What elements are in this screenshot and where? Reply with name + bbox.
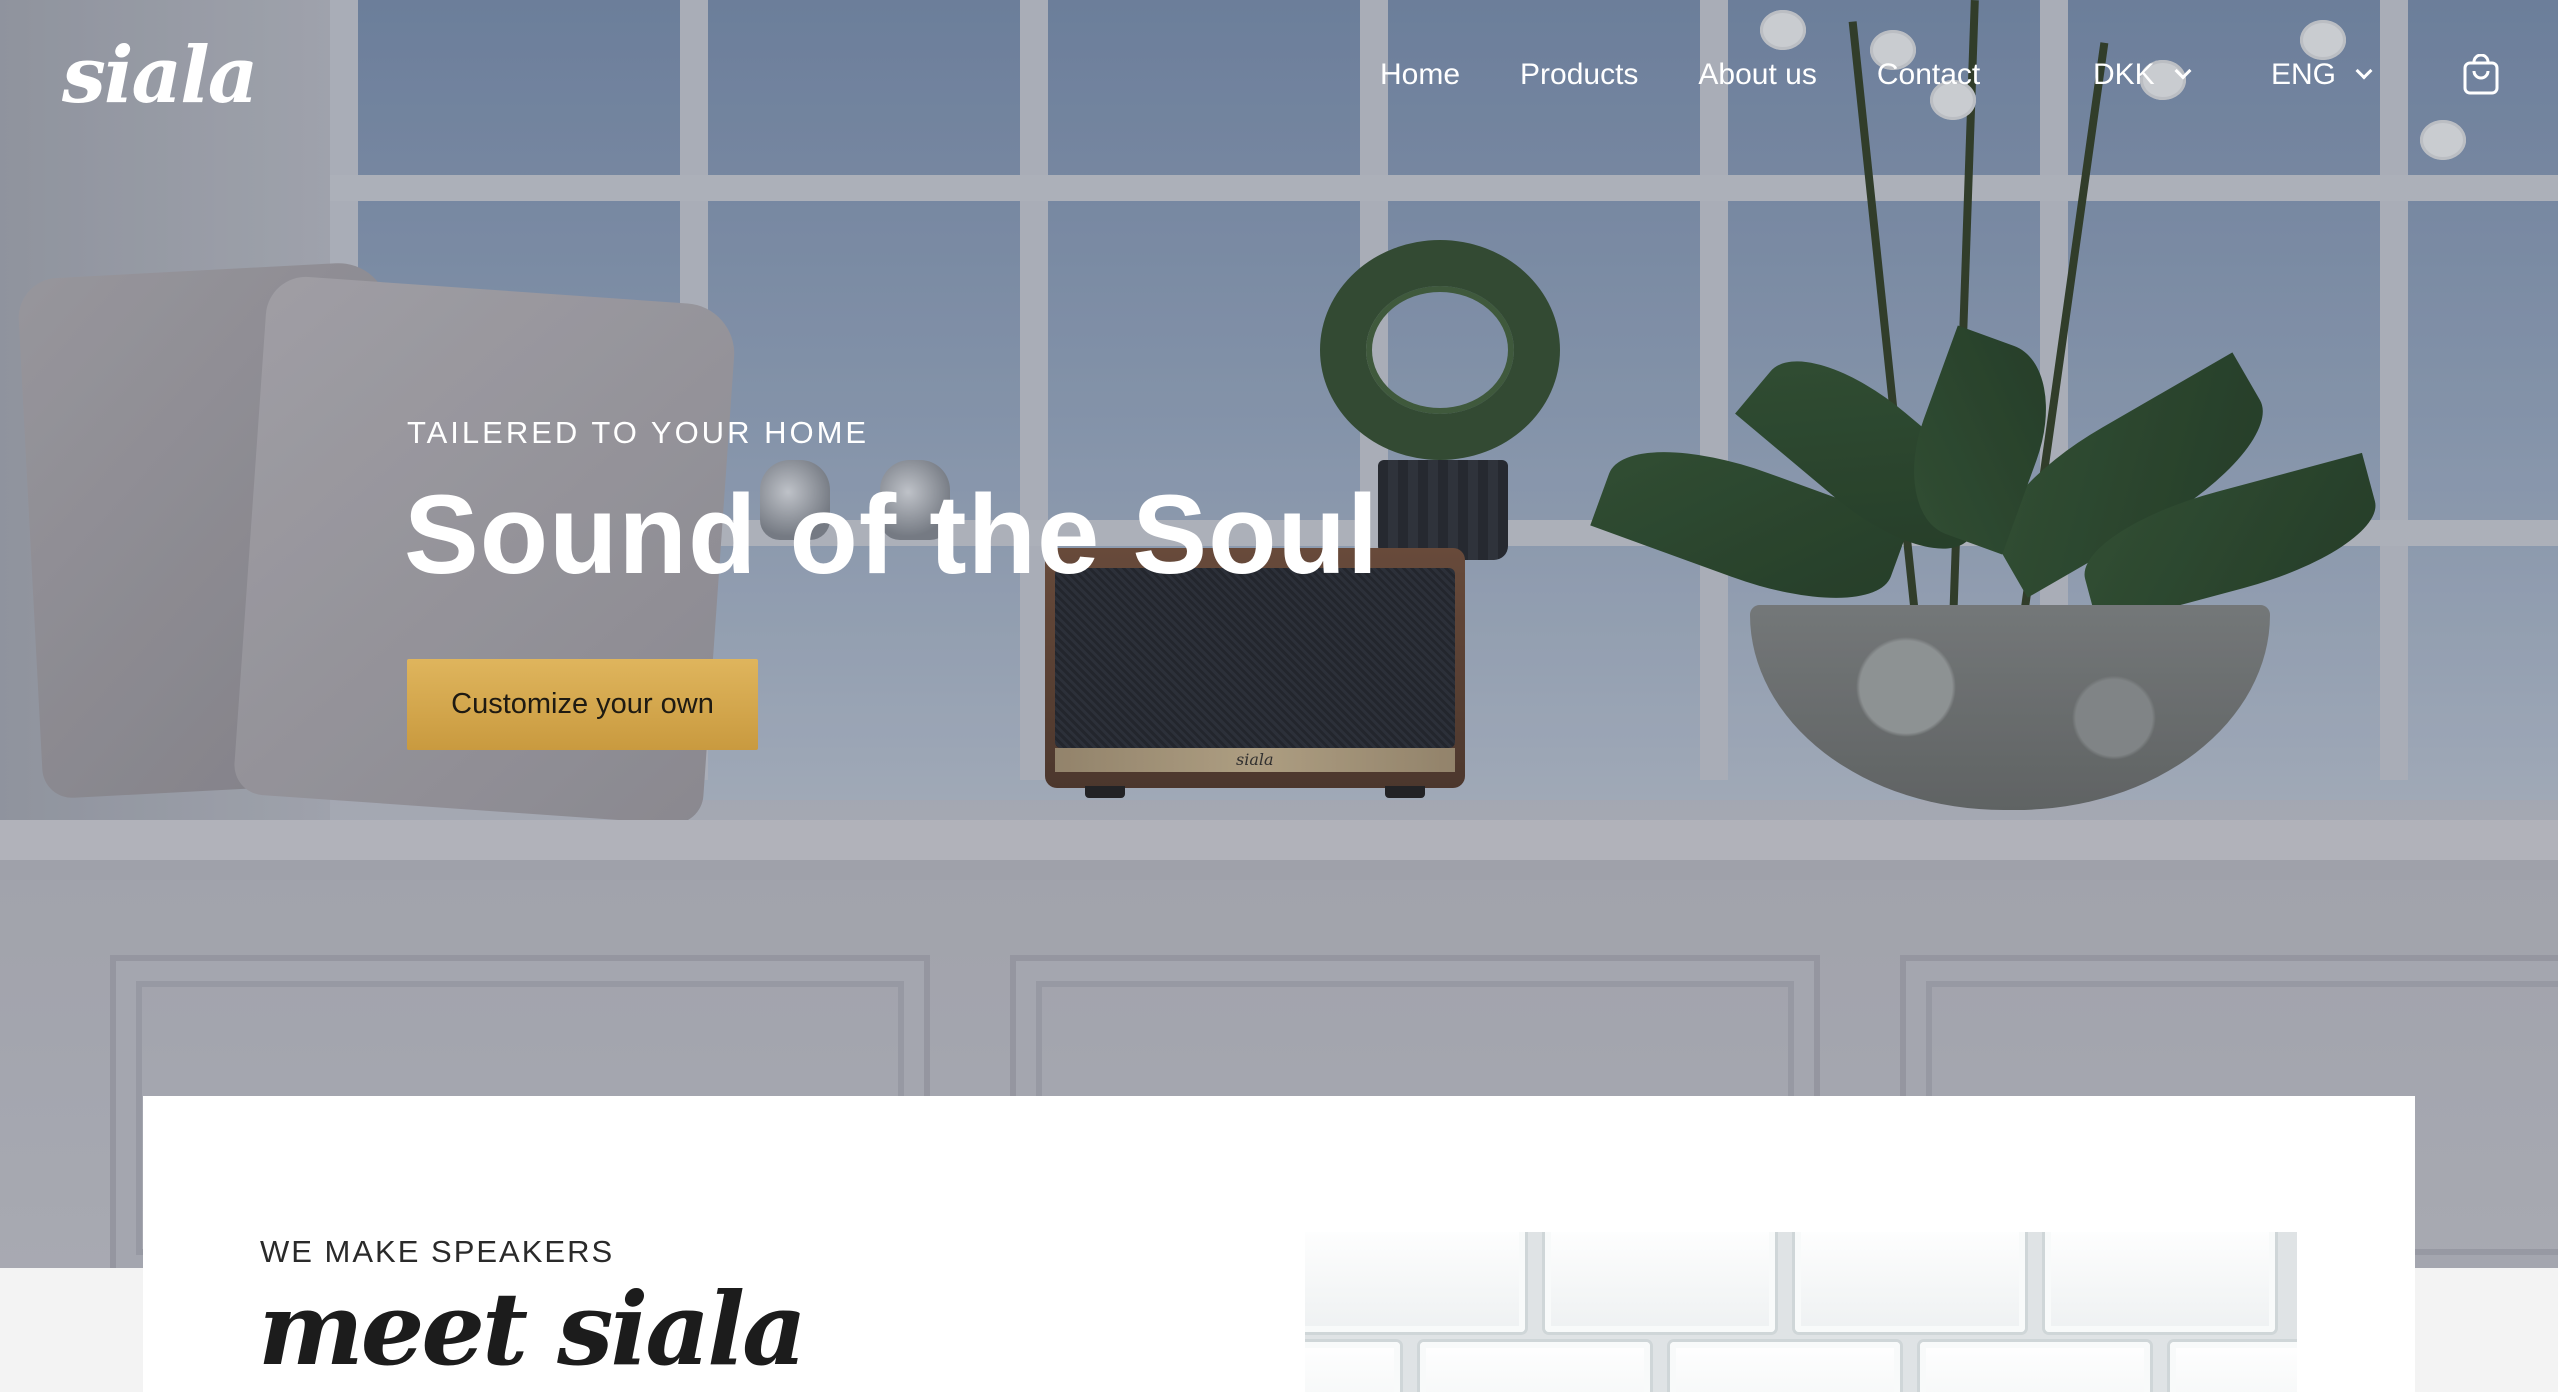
tile-wall-image — [1305, 1232, 2297, 1392]
customize-button[interactable]: Customize your own — [407, 659, 758, 750]
hero-banner: siala — [0, 0, 2558, 1268]
nav-products[interactable]: Products — [1520, 58, 1638, 92]
nav-home[interactable]: Home — [1380, 58, 1460, 92]
main-nav: Home Products About us Contact — [1380, 58, 2040, 92]
nav-contact[interactable]: Contact — [1877, 58, 1980, 92]
intro-title: meet siala — [258, 1270, 807, 1388]
intro-eyebrow: WE MAKE SPEAKERS — [260, 1234, 615, 1269]
shopping-bag-icon[interactable] — [2462, 54, 2500, 96]
hero-eyebrow: TAILERED TO YOUR HOME — [407, 415, 870, 450]
currency-select[interactable]: DKK — [2093, 58, 2192, 92]
currency-value: DKK — [2093, 58, 2155, 91]
nav-about-us[interactable]: About us — [1698, 58, 1816, 92]
chevron-down-icon — [2355, 62, 2373, 80]
language-value: ENG — [2271, 58, 2337, 91]
chevron-down-icon — [2174, 62, 2192, 80]
brand-logo[interactable]: siala — [62, 30, 258, 121]
hero-headline: Sound of the Soul — [404, 472, 1380, 597]
language-select[interactable]: ENG — [2271, 58, 2373, 92]
